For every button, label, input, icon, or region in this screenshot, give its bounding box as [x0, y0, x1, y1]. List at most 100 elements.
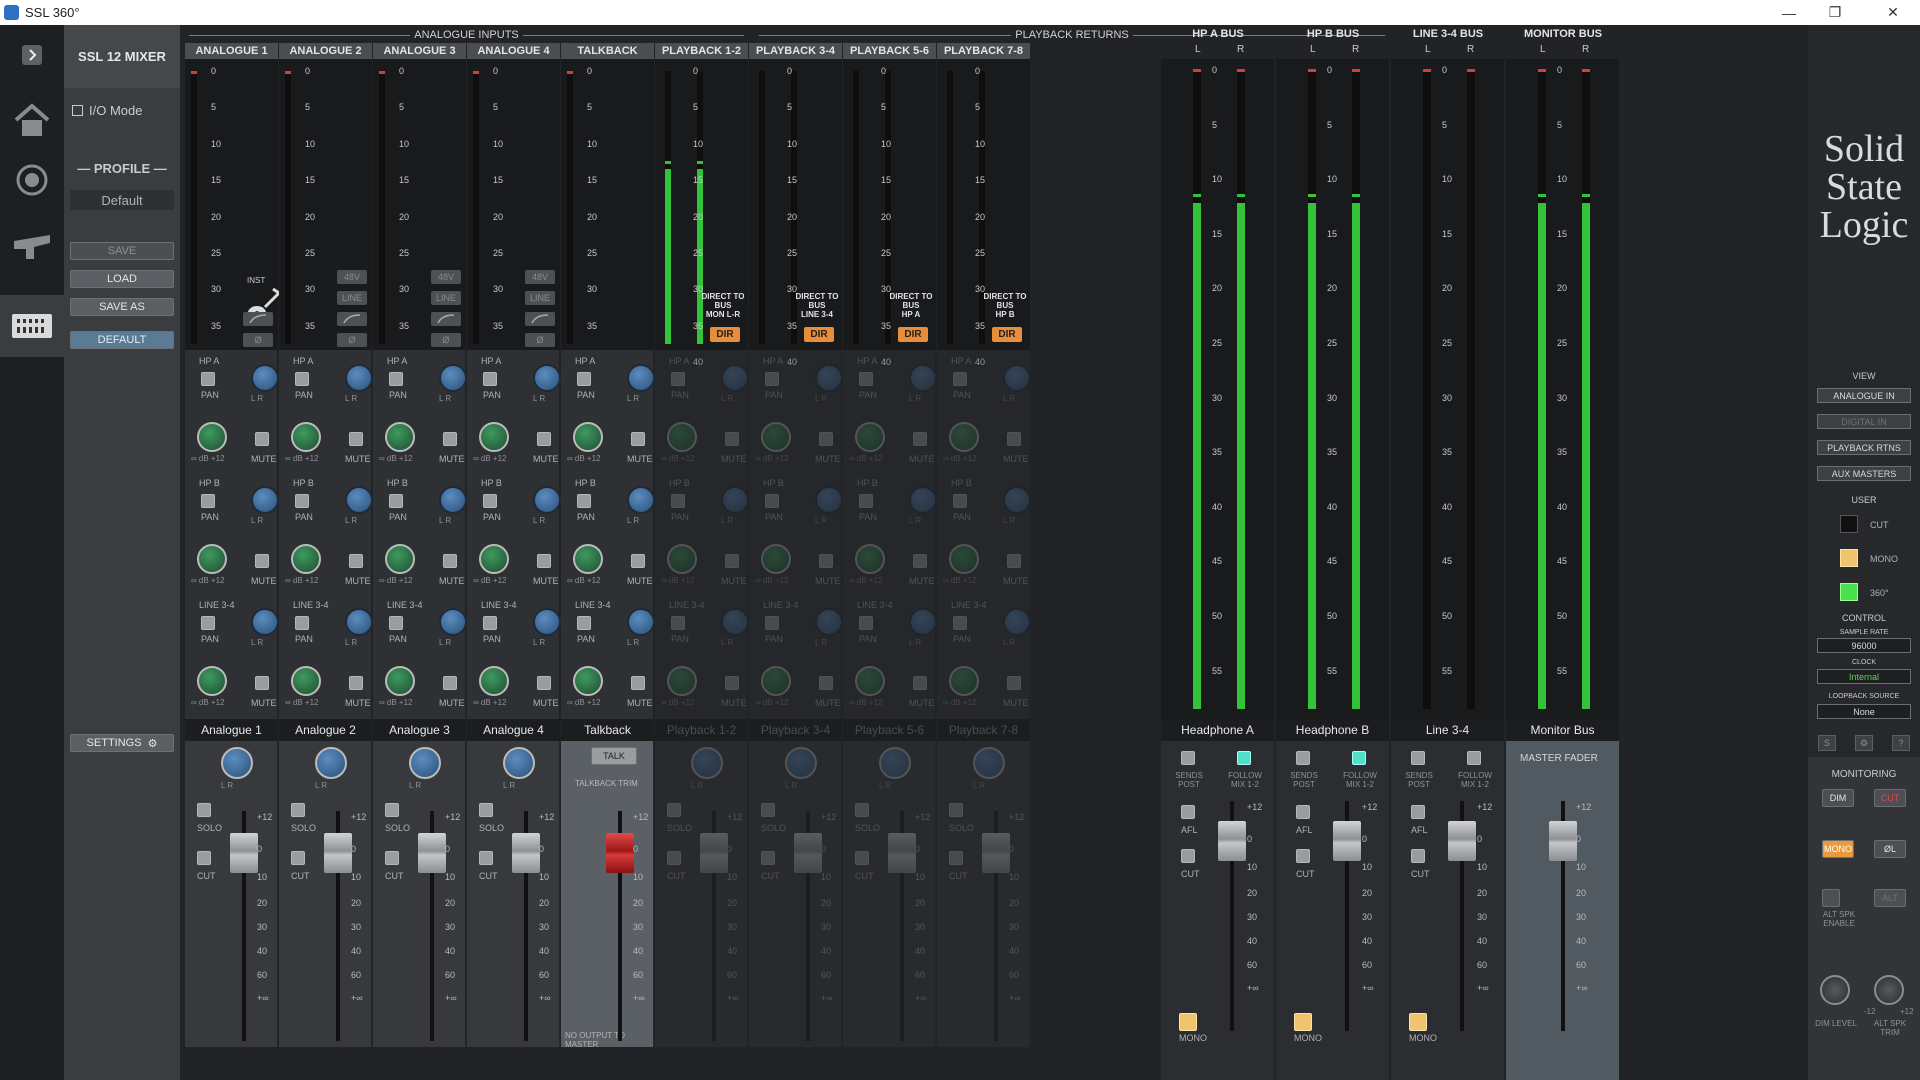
cut-button[interactable] [197, 851, 211, 865]
user-mono-button[interactable] [1840, 549, 1858, 567]
send-level-knob[interactable] [291, 666, 321, 696]
pan-knob[interactable] [909, 608, 937, 636]
solo-button[interactable] [479, 803, 493, 817]
send-level-knob[interactable] [197, 422, 227, 452]
send-level-knob[interactable] [197, 666, 227, 696]
line-input-button[interactable]: LINE [337, 291, 367, 305]
solo-clear-button[interactable]: S [1818, 735, 1836, 751]
send-level-knob[interactable] [291, 544, 321, 574]
solo-button[interactable] [197, 803, 211, 817]
bus-fader-cap[interactable] [1218, 821, 1246, 861]
fader-cap[interactable] [418, 833, 446, 873]
input-pan-knob[interactable] [879, 747, 911, 779]
polarity-button[interactable]: Ø [525, 333, 555, 347]
pan-knob[interactable] [1003, 486, 1031, 514]
send-mute-button[interactable] [913, 676, 927, 690]
send-level-knob[interactable] [949, 422, 979, 452]
cut-button[interactable] [291, 851, 305, 865]
send-mute-button[interactable] [349, 676, 363, 690]
send-mute-button[interactable] [349, 432, 363, 446]
default-button[interactable]: DEFAULT [70, 331, 174, 349]
pan-knob[interactable] [439, 486, 467, 514]
send-mute-button[interactable] [631, 676, 645, 690]
close-button[interactable]: ✕ [1870, 0, 1916, 25]
bus-cut-button[interactable] [1181, 849, 1195, 863]
hp-b-pre-button[interactable] [671, 494, 685, 508]
send-mute-button[interactable] [725, 432, 739, 446]
send-mute-button[interactable] [255, 554, 269, 568]
line-34-pre-button[interactable] [295, 616, 309, 630]
talk-button[interactable]: TALK [591, 747, 637, 765]
line-34-pre-button[interactable] [859, 616, 873, 630]
send-level-knob[interactable] [573, 666, 603, 696]
send-level-knob[interactable] [479, 544, 509, 574]
cut-button[interactable] [855, 851, 869, 865]
pan-knob[interactable] [1003, 608, 1031, 636]
hp-a-pre-button[interactable] [953, 372, 967, 386]
bus-cut-button[interactable] [1296, 849, 1310, 863]
hp-b-pre-button[interactable] [953, 494, 967, 508]
input-pan-knob[interactable] [409, 747, 441, 779]
dim-button[interactable]: DIM [1822, 789, 1854, 807]
send-level-knob[interactable] [479, 422, 509, 452]
hp-b-pre-button[interactable] [201, 494, 215, 508]
bus-fader-cap[interactable] [1549, 821, 1577, 861]
input-pan-knob[interactable] [221, 747, 253, 779]
pan-knob[interactable] [815, 608, 843, 636]
send-level-knob[interactable] [573, 422, 603, 452]
send-level-knob[interactable] [291, 422, 321, 452]
alt-spk-enable-button[interactable] [1822, 889, 1840, 907]
send-level-knob[interactable] [667, 422, 697, 452]
send-mute-button[interactable] [913, 432, 927, 446]
pan-knob[interactable] [345, 608, 373, 636]
user-360-button[interactable] [1840, 583, 1858, 601]
pan-knob[interactable] [251, 608, 279, 636]
hp-a-pre-button[interactable] [389, 372, 403, 386]
sample-rate-select[interactable]: 96000 [1817, 638, 1911, 653]
io-mode-checkbox[interactable] [72, 105, 83, 116]
line-34-pre-button[interactable] [671, 616, 685, 630]
send-level-knob[interactable] [855, 544, 885, 574]
send-mute-button[interactable] [1007, 676, 1021, 690]
fader-cap[interactable] [700, 833, 728, 873]
pan-knob[interactable] [815, 364, 843, 392]
settings-button[interactable]: SETTINGS ⚙ [70, 734, 174, 752]
send-level-knob[interactable] [573, 544, 603, 574]
fader-cap[interactable] [982, 833, 1010, 873]
direct-button[interactable]: DIR [710, 327, 740, 342]
send-mute-button[interactable] [631, 432, 645, 446]
polarity-button[interactable]: Ø [337, 333, 367, 347]
pan-knob[interactable] [721, 364, 749, 392]
hp-b-pre-button[interactable] [859, 494, 873, 508]
send-mute-button[interactable] [443, 676, 457, 690]
send-mute-button[interactable] [349, 554, 363, 568]
pan-knob[interactable] [909, 486, 937, 514]
send-level-knob[interactable] [197, 544, 227, 574]
send-mute-button[interactable] [537, 432, 551, 446]
fader-cap[interactable] [230, 833, 258, 873]
solo-button[interactable] [761, 803, 775, 817]
send-level-knob[interactable] [761, 422, 791, 452]
pan-knob[interactable] [909, 364, 937, 392]
afl-button[interactable] [1296, 805, 1310, 819]
minimize-button[interactable]: — [1766, 0, 1812, 25]
afl-button[interactable] [1181, 805, 1195, 819]
pan-knob[interactable] [439, 608, 467, 636]
follow-mix-button[interactable] [1352, 751, 1366, 765]
send-level-knob[interactable] [855, 422, 885, 452]
save-button[interactable]: SAVE [70, 242, 174, 260]
profile-select[interactable]: Default [70, 190, 174, 210]
send-level-knob[interactable] [761, 666, 791, 696]
mixer-nav-button[interactable] [0, 295, 64, 357]
send-mute-button[interactable] [255, 676, 269, 690]
send-mute-button[interactable] [819, 676, 833, 690]
send-level-knob[interactable] [761, 544, 791, 574]
bus-mono-button[interactable] [1409, 1013, 1427, 1031]
maximize-button[interactable]: ❐ [1812, 0, 1858, 25]
input-pan-knob[interactable] [691, 747, 723, 779]
input-pan-knob[interactable] [315, 747, 347, 779]
solo-button[interactable] [667, 803, 681, 817]
solo-button[interactable] [949, 803, 963, 817]
polarity-button[interactable]: Ø [431, 333, 461, 347]
send-level-knob[interactable] [855, 666, 885, 696]
